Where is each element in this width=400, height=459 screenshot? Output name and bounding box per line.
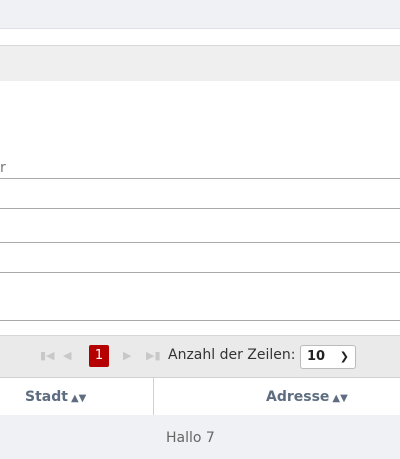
chevron-down-icon: ❯	[339, 350, 349, 363]
sort-icon[interactable]: ▲▼	[71, 393, 86, 404]
rows-per-page-value: 10	[307, 349, 326, 364]
prev-page-icon[interactable]: ◀	[63, 349, 71, 363]
field-underline-1[interactable]	[0, 178, 400, 179]
rows-per-page-select[interactable]: 10 ❯	[300, 345, 356, 369]
field-underline-5[interactable]	[0, 320, 400, 321]
sort-icon[interactable]: ▲▼	[332, 393, 347, 404]
column-header-adresse[interactable]: Adresse ▲▼	[266, 389, 348, 405]
first-page-icon[interactable]: ▮◀	[40, 349, 55, 363]
last-page-icon[interactable]: ▶▮	[146, 349, 161, 363]
field-underline-3[interactable]	[0, 242, 400, 243]
column-header-stadt[interactable]: Stadt ▲▼	[25, 389, 86, 405]
field-underline-4[interactable]	[0, 272, 400, 273]
column-header-adresse-label: Adresse	[266, 389, 330, 405]
section-bar	[0, 45, 400, 81]
field-label-partial: r	[0, 160, 6, 176]
page-button-current[interactable]: 1	[89, 345, 109, 367]
rows-per-page-label: Anzahl der Zeilen:	[168, 347, 296, 363]
cell-adresse: Hallo 7	[166, 430, 215, 446]
next-page-icon[interactable]: ▶	[123, 349, 131, 363]
top-header-band	[0, 0, 400, 29]
column-header-stadt-label: Stadt	[25, 389, 68, 405]
field-underline-2[interactable]	[0, 208, 400, 209]
